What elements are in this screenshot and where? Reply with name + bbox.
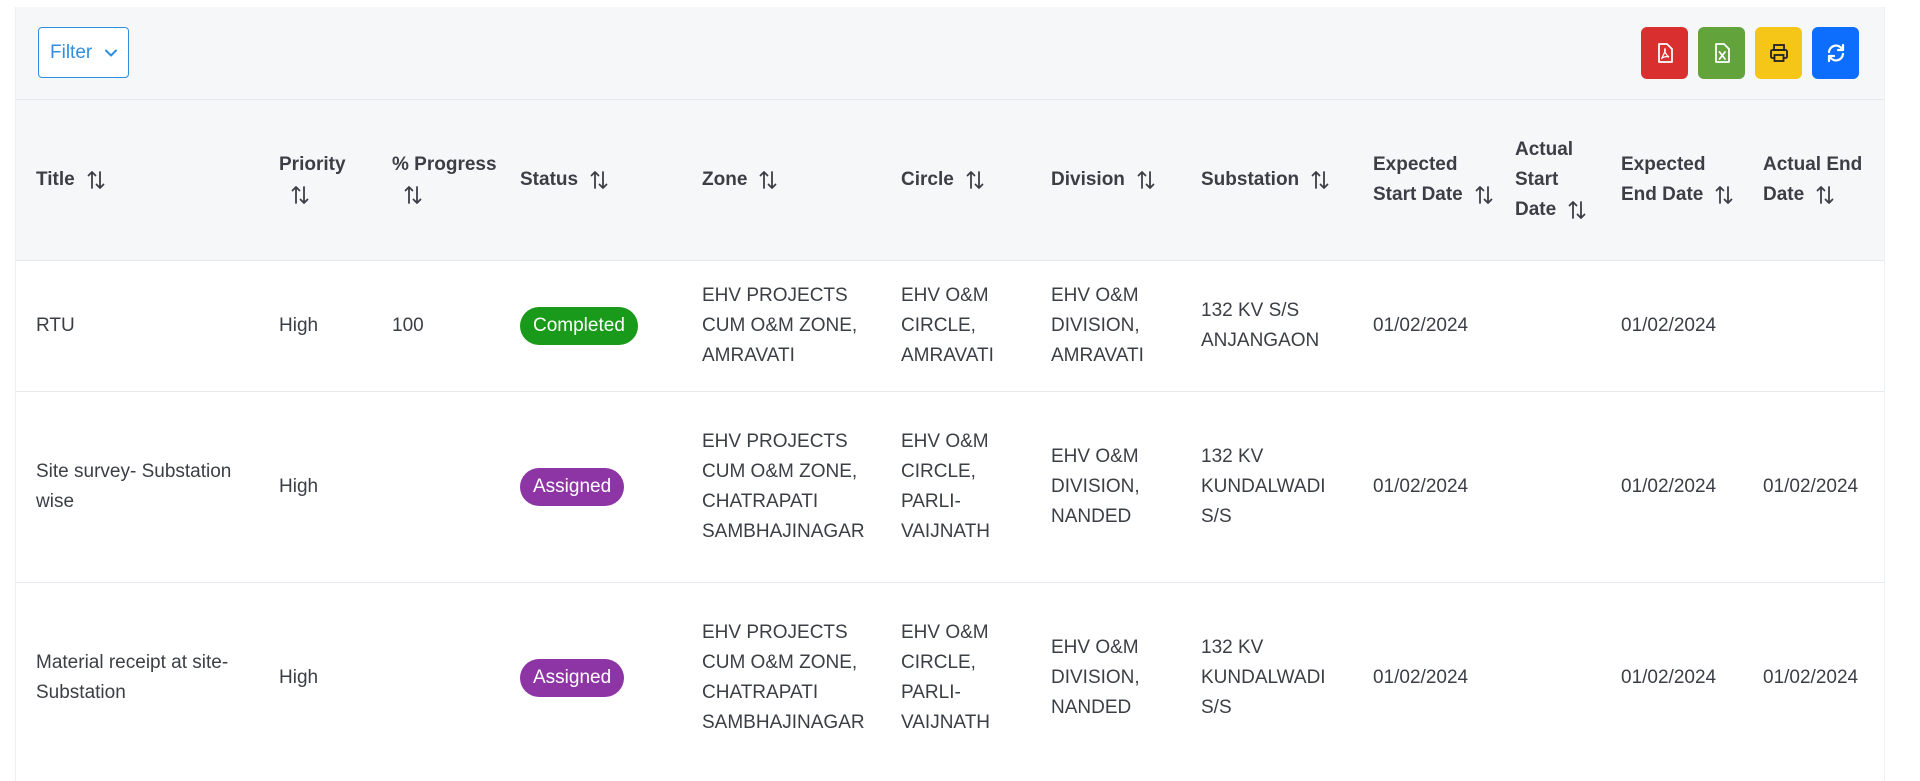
table-row[interactable]: Site survey- Substation wise High Assigned… — [16, 390, 1884, 582]
column-header-label: Status — [520, 168, 579, 190]
pdf-export-button[interactable] — [1641, 27, 1688, 79]
column-header-act-end[interactable]: Actual End Date — [1743, 100, 1884, 260]
cell-act-start — [1495, 581, 1601, 773]
sort-icon[interactable] — [1566, 199, 1588, 221]
refresh-button[interactable] — [1812, 27, 1859, 79]
table-body: RTU High 100 Completed EHV PROJECTS CUM O&M … — [16, 259, 1884, 773]
cell-progress — [372, 390, 500, 582]
sort-icon[interactable] — [588, 169, 610, 191]
excel-export-button[interactable] — [1698, 27, 1745, 79]
refresh-icon — [1827, 43, 1844, 63]
column-header-label: Zone — [702, 168, 748, 190]
table-row[interactable]: RTU High 100 Completed EHV PROJECTS CUM O&M … — [16, 259, 1884, 391]
cell-title: RTU — [16, 259, 259, 391]
sort-icon[interactable] — [1473, 184, 1495, 206]
column-header-substation[interactable]: Substation — [1181, 100, 1353, 260]
status-badge: Assigned — [520, 658, 625, 697]
cell-zone: EHV PROJECTS CUM O&M ZONE, AMRAVATI — [682, 259, 881, 391]
table-toolbar: Filter — [16, 7, 1884, 100]
sort-icon[interactable] — [289, 184, 311, 206]
cell-substation: 132 KV S/S ANJANGAON — [1181, 259, 1353, 391]
column-header-title[interactable]: Title — [16, 100, 259, 260]
column-header-exp-end[interactable]: Expected End Date — [1601, 100, 1743, 260]
sort-icon[interactable] — [1814, 184, 1836, 206]
column-header-label: Circle — [901, 168, 954, 190]
cell-substation: 132 KV KUNDALWADI S/S — [1181, 581, 1353, 773]
chevron-down-icon — [105, 49, 118, 56]
tasks-table: Title Priority % Progress Status Zone Circle D… — [16, 100, 1884, 773]
cell-status: Assigned — [500, 581, 682, 773]
column-header-circle[interactable]: Circle — [881, 100, 1031, 260]
column-header-label: Priority — [279, 153, 346, 175]
cell-circle: EHV O&M CIRCLE, PARLI-VAIJNATH — [881, 390, 1031, 582]
sort-icon[interactable] — [1309, 169, 1331, 191]
cell-progress — [372, 581, 500, 773]
cell-act-end: 01/02/2024 — [1743, 390, 1884, 582]
cell-priority: High — [259, 390, 372, 582]
cell-division: EHV O&M DIVISION, NANDED — [1031, 581, 1181, 773]
filter-label: Filter — [50, 41, 93, 63]
column-header-label: Expected Start Date — [1373, 153, 1463, 205]
cell-exp-end: 01/02/2024 — [1601, 581, 1743, 773]
file-pdf-icon — [1657, 43, 1673, 63]
column-header-label: Title — [36, 168, 75, 190]
column-header-label: Actual Start Date — [1515, 138, 1574, 220]
cell-act-start — [1495, 390, 1601, 582]
cell-exp-start: 01/02/2024 — [1353, 259, 1495, 391]
cell-priority: High — [259, 259, 372, 391]
sort-icon[interactable] — [402, 184, 424, 206]
sort-icon[interactable] — [85, 169, 107, 191]
cell-progress: 100 — [372, 259, 500, 391]
task-table-panel: Filter Title Priority % Progress Status … — [15, 7, 1885, 781]
column-header-division[interactable]: Division — [1031, 100, 1181, 260]
status-badge: Completed — [520, 306, 638, 345]
cell-division: EHV O&M DIVISION, AMRAVATI — [1031, 259, 1181, 391]
cell-priority: High — [259, 581, 372, 773]
printer-icon — [1769, 44, 1788, 62]
file-excel-icon — [1714, 43, 1730, 63]
cell-zone: EHV PROJECTS CUM O&M ZONE, CHATRAPATI SA… — [682, 581, 881, 773]
filter-dropdown-button[interactable]: Filter — [38, 27, 129, 78]
column-header-status[interactable]: Status — [500, 100, 682, 260]
cell-zone: EHV PROJECTS CUM O&M ZONE, CHATRAPATI SA… — [682, 390, 881, 582]
column-header-label: Division — [1051, 168, 1125, 190]
sort-icon[interactable] — [964, 169, 986, 191]
print-button[interactable] — [1755, 27, 1802, 79]
cell-exp-end: 01/02/2024 — [1601, 390, 1743, 582]
sort-icon[interactable] — [1713, 184, 1735, 206]
table-row[interactable]: Material receipt at site-Substation High A… — [16, 581, 1884, 773]
cell-title: Material receipt at site-Substation — [16, 581, 259, 773]
status-badge: Assigned — [520, 467, 625, 506]
sort-icon[interactable] — [1135, 169, 1157, 191]
cell-substation: 132 KV KUNDALWADI S/S — [1181, 390, 1353, 582]
cell-circle: EHV O&M CIRCLE, PARLI-VAIJNATH — [881, 581, 1031, 773]
column-header-act-start[interactable]: Actual Start Date — [1495, 100, 1601, 260]
sort-icon[interactable] — [757, 169, 779, 191]
column-header-label: % Progress — [392, 153, 497, 175]
cell-circle: EHV O&M CIRCLE, AMRAVATI — [881, 259, 1031, 391]
cell-act-start — [1495, 259, 1601, 391]
cell-act-end: 01/02/2024 — [1743, 581, 1884, 773]
cell-exp-end: 01/02/2024 — [1601, 259, 1743, 391]
column-header-priority[interactable]: Priority — [259, 100, 372, 260]
cell-status: Assigned — [500, 390, 682, 582]
column-header-label: Substation — [1201, 168, 1300, 190]
cell-exp-start: 01/02/2024 — [1353, 390, 1495, 582]
column-header-zone[interactable]: Zone — [682, 100, 881, 260]
cell-title: Site survey- Substation wise — [16, 390, 259, 582]
column-header-progress[interactable]: % Progress — [372, 100, 500, 260]
cell-act-end — [1743, 259, 1884, 391]
column-header-exp-start[interactable]: Expected Start Date — [1353, 100, 1495, 260]
cell-exp-start: 01/02/2024 — [1353, 581, 1495, 773]
cell-division: EHV O&M DIVISION, NANDED — [1031, 390, 1181, 582]
column-header-label: Expected End Date — [1621, 153, 1706, 205]
cell-status: Completed — [500, 259, 682, 391]
column-header-label: Actual End Date — [1763, 153, 1863, 205]
table-header-row: Title Priority % Progress Status Zone Circle D… — [16, 100, 1884, 260]
